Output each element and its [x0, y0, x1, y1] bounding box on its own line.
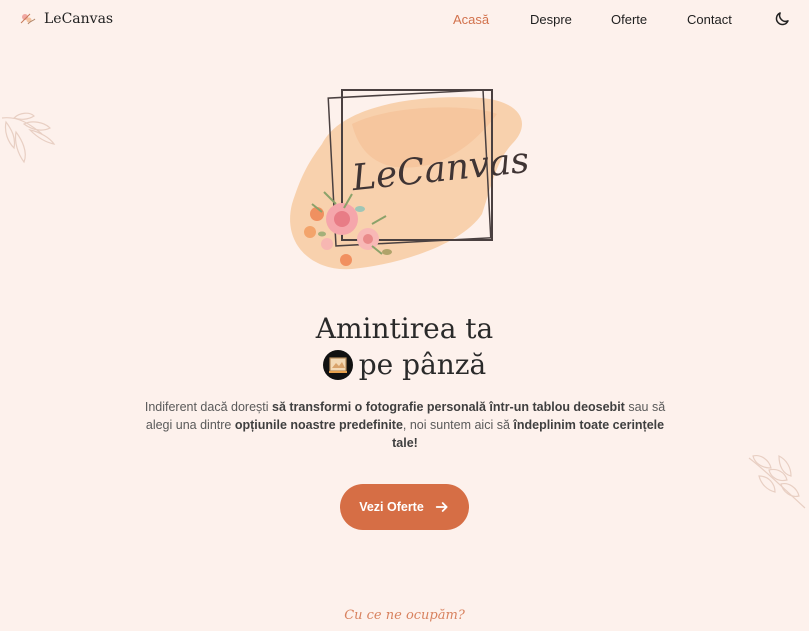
nav-link-oferte[interactable]: Oferte [611, 12, 647, 27]
view-offers-label: Vezi Oferte [359, 500, 424, 514]
moon-icon [775, 12, 789, 26]
desc-text-3: , noi suntem aici să [402, 418, 514, 432]
hero-title-line1: Amintirea ta [315, 312, 494, 345]
leaf-decoration-left [1, 112, 56, 164]
floral-logo-icon [20, 13, 36, 25]
nav-link-contact[interactable]: Contact [687, 12, 732, 27]
hero-description: Indiferent dacă dorești să transformi o … [140, 398, 670, 452]
arrow-right-icon [435, 502, 448, 512]
view-offers-button[interactable]: Vezi Oferte [340, 484, 469, 530]
desc-text-1: Indiferent dacă dorești [144, 400, 273, 414]
hero-title-line2: pe pânză [358, 348, 487, 381]
brand-name: LeCanvas [44, 11, 114, 27]
brand-link[interactable]: LeCanvas [18, 9, 113, 29]
desc-bold-1: să transformi o fotografie personală înt… [272, 400, 625, 414]
desc-bold-2: opțiunile noastre predefinite [234, 418, 403, 432]
nav-link-acasa[interactable]: Acasă [453, 12, 489, 27]
canvas-frame-emoji-icon [322, 349, 353, 380]
leaf-decoration-right [748, 455, 806, 509]
nav-link-despre[interactable]: Despre [530, 12, 572, 27]
top-navbar: LeCanvas Acasă Despre Oferte Contact [0, 0, 809, 40]
hero-title-line2-row: pe pânză [0, 348, 809, 381]
section-kicker: Cu ce ne ocupăm? [344, 608, 465, 623]
theme-toggle-button[interactable] [773, 10, 791, 28]
hero-lecanvas-logo: LeCanvas [290, 89, 527, 270]
